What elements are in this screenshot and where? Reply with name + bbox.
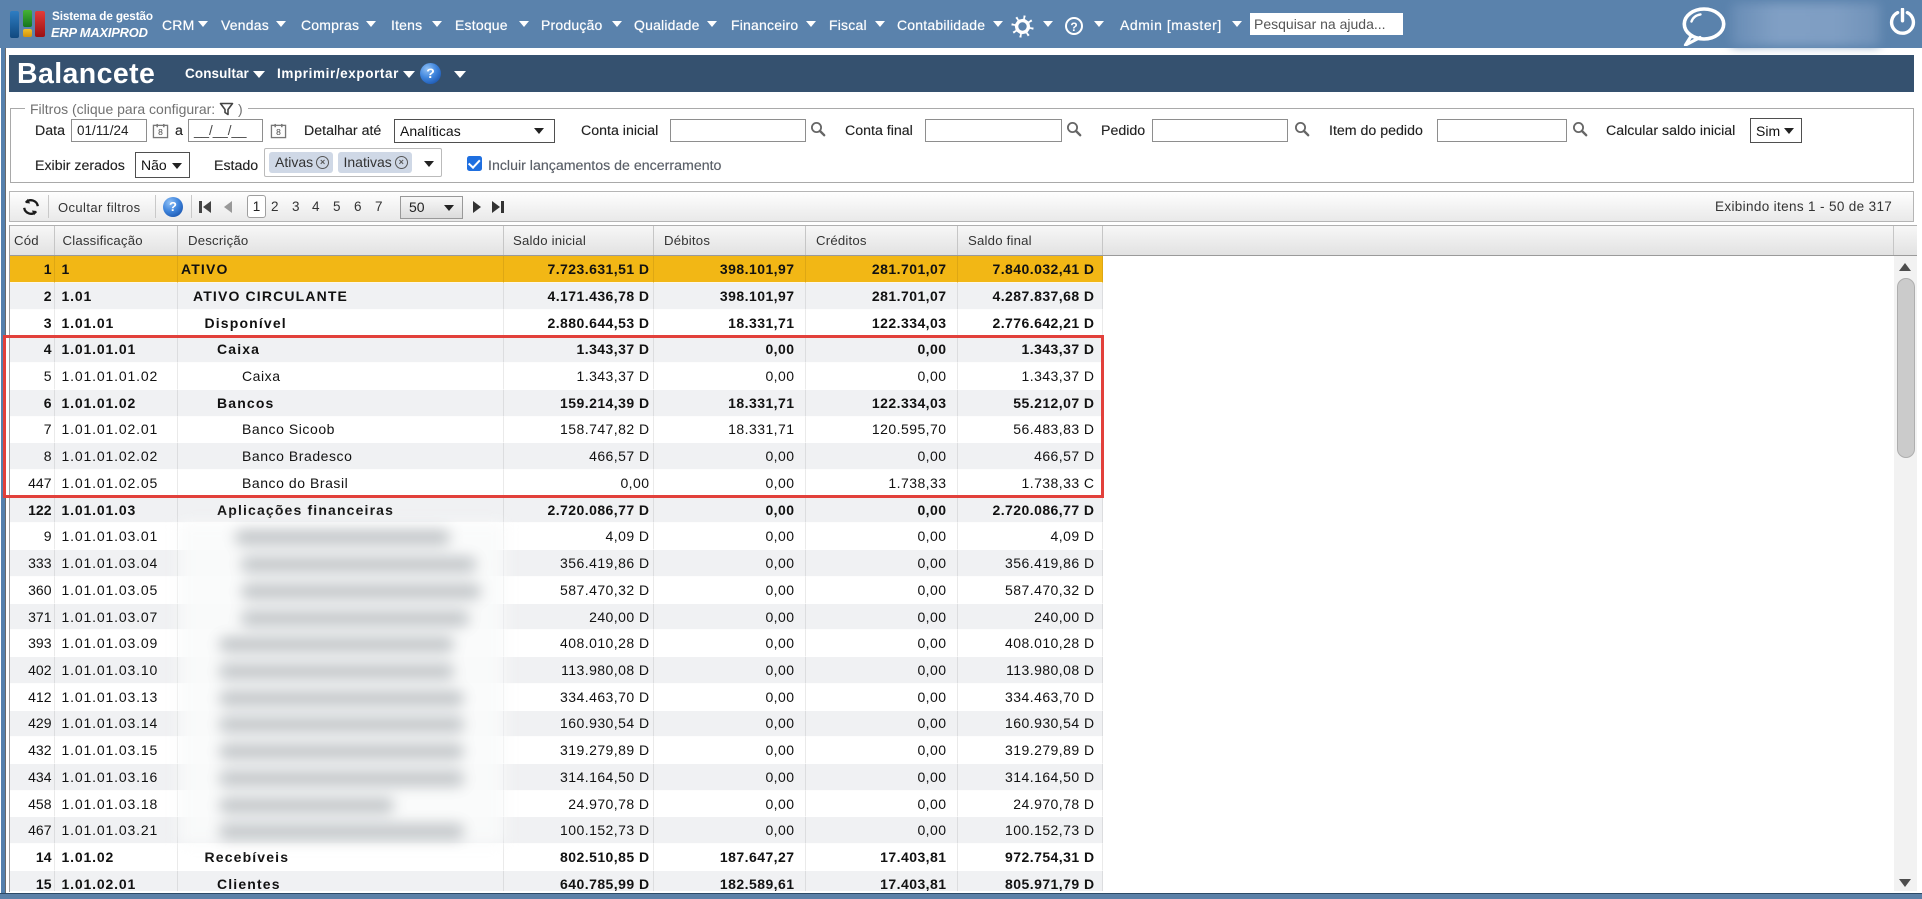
- svg-text:8: 8: [158, 127, 163, 137]
- svg-text:8: 8: [276, 127, 281, 137]
